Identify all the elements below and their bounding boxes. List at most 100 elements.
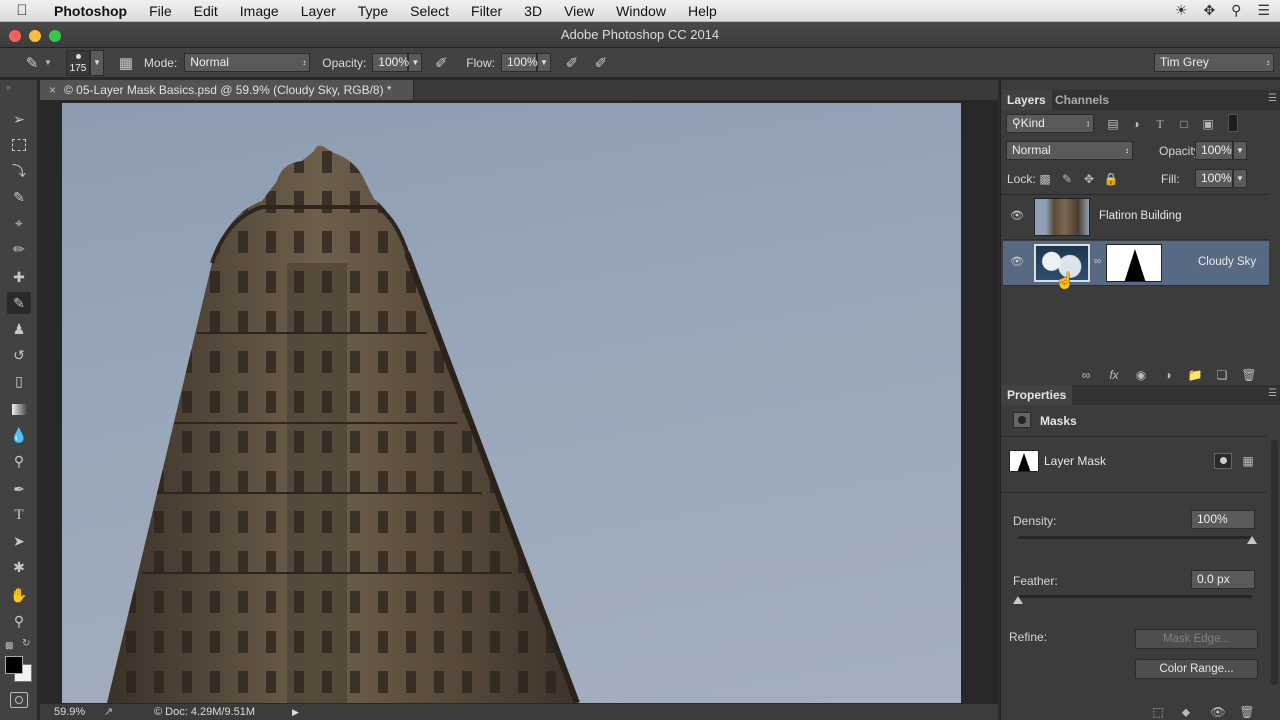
- crop-tool-icon[interactable]: ⌖: [7, 212, 31, 234]
- lock-position-icon[interactable]: ✥: [1080, 171, 1098, 187]
- lock-all-icon[interactable]: 🔒: [1102, 171, 1120, 187]
- add-mask-icon[interactable]: ◉: [1132, 367, 1150, 383]
- default-colors-icon[interactable]: ▩: [5, 640, 14, 651]
- opacity-input[interactable]: 100%: [372, 53, 409, 72]
- menu-help[interactable]: Help: [677, 3, 728, 19]
- marquee-tool-icon[interactable]: [7, 134, 31, 156]
- lock-transparent-icon[interactable]: ▩: [1036, 171, 1054, 187]
- tab-properties[interactable]: Properties: [1001, 385, 1073, 405]
- menu-type[interactable]: Type: [347, 3, 399, 19]
- type-tool-icon[interactable]: T: [7, 504, 31, 526]
- menu-edit[interactable]: Edit: [183, 3, 229, 19]
- clone-stamp-tool-icon[interactable]: ♟: [7, 318, 31, 340]
- blur-tool-icon[interactable]: 💧: [7, 424, 31, 446]
- layer-row-flatiron[interactable]: 👁 Flatiron Building: [1003, 195, 1269, 240]
- history-brush-tool-icon[interactable]: ↺: [7, 344, 31, 366]
- layer-row-cloudy-sky[interactable]: 👁 ∞ Cloudy Sky: [1003, 241, 1269, 286]
- custom-shape-tool-icon[interactable]: ✱: [7, 556, 31, 578]
- filter-smart-object-icon[interactable]: ▣: [1199, 116, 1217, 132]
- apple-icon[interactable]: : [0, 2, 44, 19]
- fill-dropdown[interactable]: ▼: [1233, 169, 1247, 188]
- link-layers-icon[interactable]: ∞: [1077, 367, 1095, 383]
- pressure-size-icon[interactable]: ✐: [591, 53, 611, 73]
- hand-tool-icon[interactable]: ✋: [7, 584, 31, 606]
- layer-opacity-input[interactable]: 100%: [1195, 141, 1233, 160]
- tool-preset-dropdown-icon[interactable]: ▼: [44, 58, 52, 67]
- layer-filter-select[interactable]: ⚲Kind ↕: [1006, 114, 1094, 133]
- brush-tool-icon[interactable]: ✎: [7, 292, 31, 314]
- properties-menu-icon[interactable]: ☰: [1268, 388, 1277, 399]
- visibility-eye-icon[interactable]: 👁: [1009, 209, 1025, 225]
- status-menu-arrow-icon[interactable]: ▶: [292, 704, 299, 720]
- disable-mask-icon[interactable]: 👁: [1209, 704, 1227, 720]
- document-canvas[interactable]: [62, 103, 961, 703]
- zoom-tool-icon[interactable]: ⚲: [7, 610, 31, 632]
- menu-select[interactable]: Select: [399, 3, 460, 19]
- filter-pixel-icon[interactable]: ▤: [1104, 116, 1122, 132]
- foreground-color-swatch[interactable]: [5, 656, 23, 674]
- brush-panel-toggle-icon[interactable]: ▦: [116, 53, 136, 73]
- menu-image[interactable]: Image: [229, 3, 290, 19]
- add-vector-mask-icon[interactable]: ▦: [1239, 453, 1257, 469]
- menu-3d[interactable]: 3D: [513, 3, 553, 19]
- menu-layer[interactable]: Layer: [290, 3, 347, 19]
- filter-shape-icon[interactable]: □: [1175, 116, 1193, 132]
- density-slider-track[interactable]: [1018, 536, 1252, 539]
- mask-edge-button[interactable]: Mask Edge...: [1135, 629, 1258, 649]
- tab-layers[interactable]: Layers: [1001, 90, 1052, 110]
- list-icon[interactable]: ☰: [1257, 2, 1270, 19]
- filter-type-icon[interactable]: T: [1151, 116, 1169, 132]
- dodge-tool-icon[interactable]: ⚲: [7, 450, 31, 472]
- layer-mask-thumbnail[interactable]: [1106, 244, 1162, 282]
- export-icon[interactable]: ↗: [104, 704, 113, 720]
- pressure-opacity-icon[interactable]: ✐: [431, 53, 451, 73]
- quick-mask-icon[interactable]: [10, 692, 28, 708]
- swap-colors-icon[interactable]: ↻: [22, 638, 30, 649]
- load-selection-icon[interactable]: ⬚: [1149, 704, 1167, 720]
- feather-input[interactable]: 0.0 px: [1191, 570, 1255, 589]
- path-selection-tool-icon[interactable]: ➤: [7, 530, 31, 552]
- filter-adjustment-icon[interactable]: ◑: [1127, 116, 1145, 132]
- menu-view[interactable]: View: [553, 3, 605, 19]
- select-pixel-mask-icon[interactable]: [1214, 453, 1232, 469]
- color-range-button[interactable]: Color Range...: [1135, 659, 1258, 679]
- lasso-tool-icon[interactable]: ⤵: [7, 160, 31, 182]
- brush-tool-icon[interactable]: ✎: [22, 53, 42, 73]
- panel-menu-icon[interactable]: ☰: [1268, 93, 1277, 104]
- blend-mode-select[interactable]: Normal ↕: [1006, 141, 1133, 160]
- flow-dropdown[interactable]: ▼: [536, 53, 551, 72]
- move-tool-icon[interactable]: ➢: [7, 108, 31, 130]
- gradient-tool-icon[interactable]: [7, 398, 31, 420]
- menu-filter[interactable]: Filter: [460, 3, 513, 19]
- feather-slider-thumb[interactable]: [1013, 596, 1023, 604]
- workspace-select[interactable]: Tim Grey ↕: [1154, 53, 1274, 72]
- menu-file[interactable]: File: [138, 3, 183, 19]
- eyedropper-tool-icon[interactable]: ✏: [7, 238, 31, 260]
- filter-toggle-switch[interactable]: [1228, 114, 1238, 132]
- density-slider-thumb[interactable]: [1247, 536, 1257, 544]
- visibility-eye-icon[interactable]: 👁: [1009, 255, 1025, 271]
- apply-mask-icon[interactable]: ⬥: [1177, 704, 1195, 720]
- layer-opacity-dropdown[interactable]: ▼: [1233, 141, 1247, 160]
- new-layer-icon[interactable]: ❏: [1213, 367, 1231, 383]
- delete-layer-icon[interactable]: 🗑: [1240, 367, 1258, 383]
- close-tab-icon[interactable]: ×: [49, 80, 56, 100]
- layer-name[interactable]: Flatiron Building: [1099, 210, 1181, 222]
- sun-icon[interactable]: ☀: [1175, 2, 1188, 19]
- fill-input[interactable]: 100%: [1195, 169, 1233, 188]
- link-chain-icon[interactable]: ∞: [1094, 256, 1101, 267]
- feather-slider-track[interactable]: [1018, 595, 1252, 598]
- layer-style-fx-icon[interactable]: fx: [1105, 367, 1123, 383]
- collapse-panel-icon[interactable]: »: [6, 82, 11, 92]
- eraser-tool-icon[interactable]: ▯: [7, 370, 31, 392]
- zoom-level[interactable]: 59.9%: [54, 704, 85, 720]
- new-group-icon[interactable]: 📁: [1186, 367, 1204, 383]
- properties-scrollbar[interactable]: [1271, 440, 1278, 685]
- brush-size-dropdown[interactable]: ▼: [89, 49, 104, 76]
- mode-select[interactable]: Normal ↕: [184, 53, 311, 72]
- document-tab[interactable]: × © 05-Layer Mask Basics.psd @ 59.9% (Cl…: [40, 80, 414, 100]
- search-icon[interactable]: ⚲: [1231, 2, 1241, 19]
- healing-brush-tool-icon[interactable]: ✚: [7, 266, 31, 288]
- pen-tool-icon[interactable]: ✒: [7, 478, 31, 500]
- delete-mask-icon[interactable]: 🗑: [1238, 704, 1256, 720]
